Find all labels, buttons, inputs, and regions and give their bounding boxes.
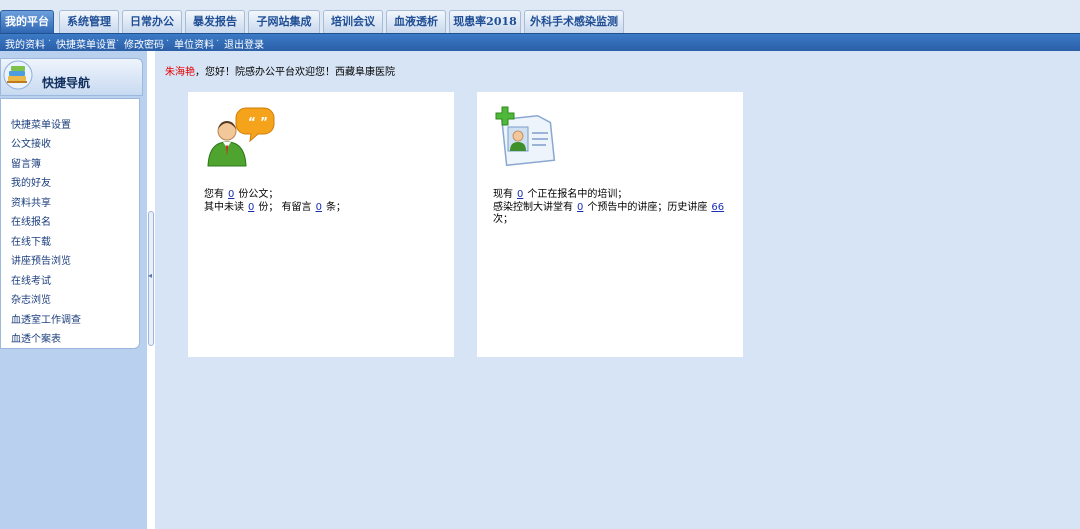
tab-daily-office[interactable]: 日常办公 <box>122 10 182 33</box>
nav-item-dialysis-case-form[interactable]: 血透个案表 <box>11 330 61 345</box>
tab-outbreak-report[interactable]: 暴发报告 <box>185 10 245 33</box>
submenu-my-profile[interactable]: 我的资料 <box>5 36 45 51</box>
nav-item-online-exam[interactable]: 在线考试 <box>11 272 51 287</box>
quick-nav-list: 快捷菜单设置 公文接收 留言簿 我的好友 资料共享 在线报名 在线下载 讲座预告… <box>0 98 140 349</box>
nav-item-shortcut-settings[interactable]: 快捷菜单设置 <box>11 116 71 131</box>
tab-hemodialysis[interactable]: 血液透析 <box>386 10 446 33</box>
lecture-preview-count-link[interactable]: 0 <box>577 202 583 213</box>
documents-card: “ ” 您有 0 份公文； 其中未读 0 份； 有留言 0 条； <box>188 92 454 357</box>
tab-my-platform[interactable]: 我的平台 <box>0 10 54 33</box>
welcome-text: ，您好！院感办公平台欢迎您！西藏阜康医院 <box>195 67 395 78</box>
sub-menu-bar: 我的资料 · 快捷菜单设置 · 修改密码 · 单位资料 · 退出登录 <box>0 33 1080 51</box>
tab-prevalence-2018[interactable]: 现患率2018 <box>449 10 521 33</box>
training-line-2: 感染控制大讲堂有 0 个预告中的讲座；历史讲座 66 <box>493 202 725 213</box>
main-content: 朱海艳，您好！院感办公平台欢迎您！西藏阜康医院 “ ” 您有 0 份公文； 其中未读… <box>155 51 1080 529</box>
submenu-shortcut-settings[interactable]: 快捷菜单设置 <box>56 36 116 51</box>
quick-nav-title: 快捷导航 <box>42 76 91 90</box>
history-lecture-count-link[interactable]: 66 <box>711 202 724 213</box>
submenu-change-password[interactable]: 修改密码 <box>124 36 164 51</box>
nav-item-guestbook[interactable]: 留言簿 <box>11 155 41 170</box>
tab-system-management[interactable]: 系统管理 <box>59 10 119 33</box>
documents-line-2: 其中未读 0 份； 有留言 0 条； <box>204 202 346 213</box>
training-line-3: 次； <box>493 214 513 225</box>
submenu-logout[interactable]: 退出登录 <box>224 36 264 51</box>
welcome-username: 朱海艳 <box>165 67 195 78</box>
nav-item-online-download[interactable]: 在线下载 <box>11 233 51 248</box>
person-speech-icon: “ ” <box>207 107 275 167</box>
sidebar: 快捷导航 快捷菜单设置 公文接收 留言簿 我的好友 资料共享 在线报名 在线下载… <box>0 51 147 529</box>
welcome-message: 朱海艳，您好！院感办公平台欢迎您！西藏阜康医院 <box>165 63 395 78</box>
tab-training-meeting[interactable]: 培训会议 <box>323 10 383 33</box>
nav-item-file-sharing[interactable]: 资料共享 <box>11 194 51 209</box>
top-tab-bar: 我的平台 系统管理 日常办公 暴发报告 子网站集成 培训会议 血液透析 现患率2… <box>0 0 1080 34</box>
id-card-plus-icon <box>495 106 556 167</box>
sidebar-splitter[interactable]: ◂ <box>147 51 155 529</box>
submenu-unit-profile[interactable]: 单位资料 <box>174 36 214 51</box>
nav-item-lecture-preview[interactable]: 讲座预告浏览 <box>11 252 71 267</box>
message-count-link[interactable]: 0 <box>316 202 322 213</box>
collapse-arrow-icon[interactable]: ◂ <box>148 271 152 280</box>
nav-item-document-receive[interactable]: 公文接收 <box>11 135 51 150</box>
training-card: 现有 0 个正在报名中的培训； 感染控制大讲堂有 0 个预告中的讲座；历史讲座 66 次； <box>477 92 743 357</box>
nav-item-online-registration[interactable]: 在线报名 <box>11 213 51 228</box>
books-icon <box>3 60 33 90</box>
tab-subsite-integration[interactable]: 子网站集成 <box>248 10 320 33</box>
nav-item-dialysis-survey[interactable]: 血透室工作调查 <box>11 311 81 326</box>
nav-item-my-friends[interactable]: 我的好友 <box>11 174 51 189</box>
svg-text:“ ”: “ ” <box>248 115 268 129</box>
nav-item-journal-browse[interactable]: 杂志浏览 <box>11 291 51 306</box>
quick-nav-header: 快捷导航 <box>0 58 143 96</box>
unread-count-link[interactable]: 0 <box>248 202 254 213</box>
tab-surgical-infection-monitoring[interactable]: 外科手术感染监测 <box>524 10 624 33</box>
